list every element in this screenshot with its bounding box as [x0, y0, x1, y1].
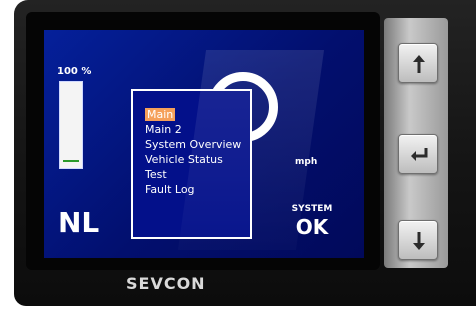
enter-button[interactable]	[398, 134, 438, 174]
charge-gauge-marker	[63, 160, 79, 162]
arrow-down-icon	[413, 232, 425, 250]
menu-item-vehicle-status[interactable]: Vehicle Status	[145, 152, 241, 167]
charge-gauge-fill	[60, 82, 82, 168]
gear-indicator: NL	[58, 206, 100, 239]
down-button[interactable]	[398, 220, 438, 260]
menu-list: Main Main 2 System Overview Vehicle Stat…	[145, 107, 241, 197]
charge-gauge	[59, 81, 83, 169]
system-status-label: SYSTEM	[291, 204, 333, 214]
menu-item-system-overview[interactable]: System Overview	[145, 137, 241, 152]
system-status-value: OK	[295, 215, 329, 239]
menu-item-fault-log[interactable]: Fault Log	[145, 182, 241, 197]
menu-item-main[interactable]: Main	[145, 107, 241, 122]
arrow-up-icon	[413, 55, 425, 73]
brand-logo: SEVCON	[126, 274, 206, 293]
up-button[interactable]	[398, 43, 438, 83]
speed-unit-label: mph	[295, 157, 318, 167]
menu-item-main-2[interactable]: Main 2	[145, 122, 241, 137]
charge-percent-label: 100 %	[57, 66, 92, 77]
enter-icon	[411, 148, 428, 161]
lcd-screen: 100 % NL Main Main 2 System Overview Veh…	[44, 30, 364, 258]
menu-popup: Main Main 2 System Overview Vehicle Stat…	[131, 89, 252, 239]
menu-item-test[interactable]: Test	[145, 167, 241, 182]
